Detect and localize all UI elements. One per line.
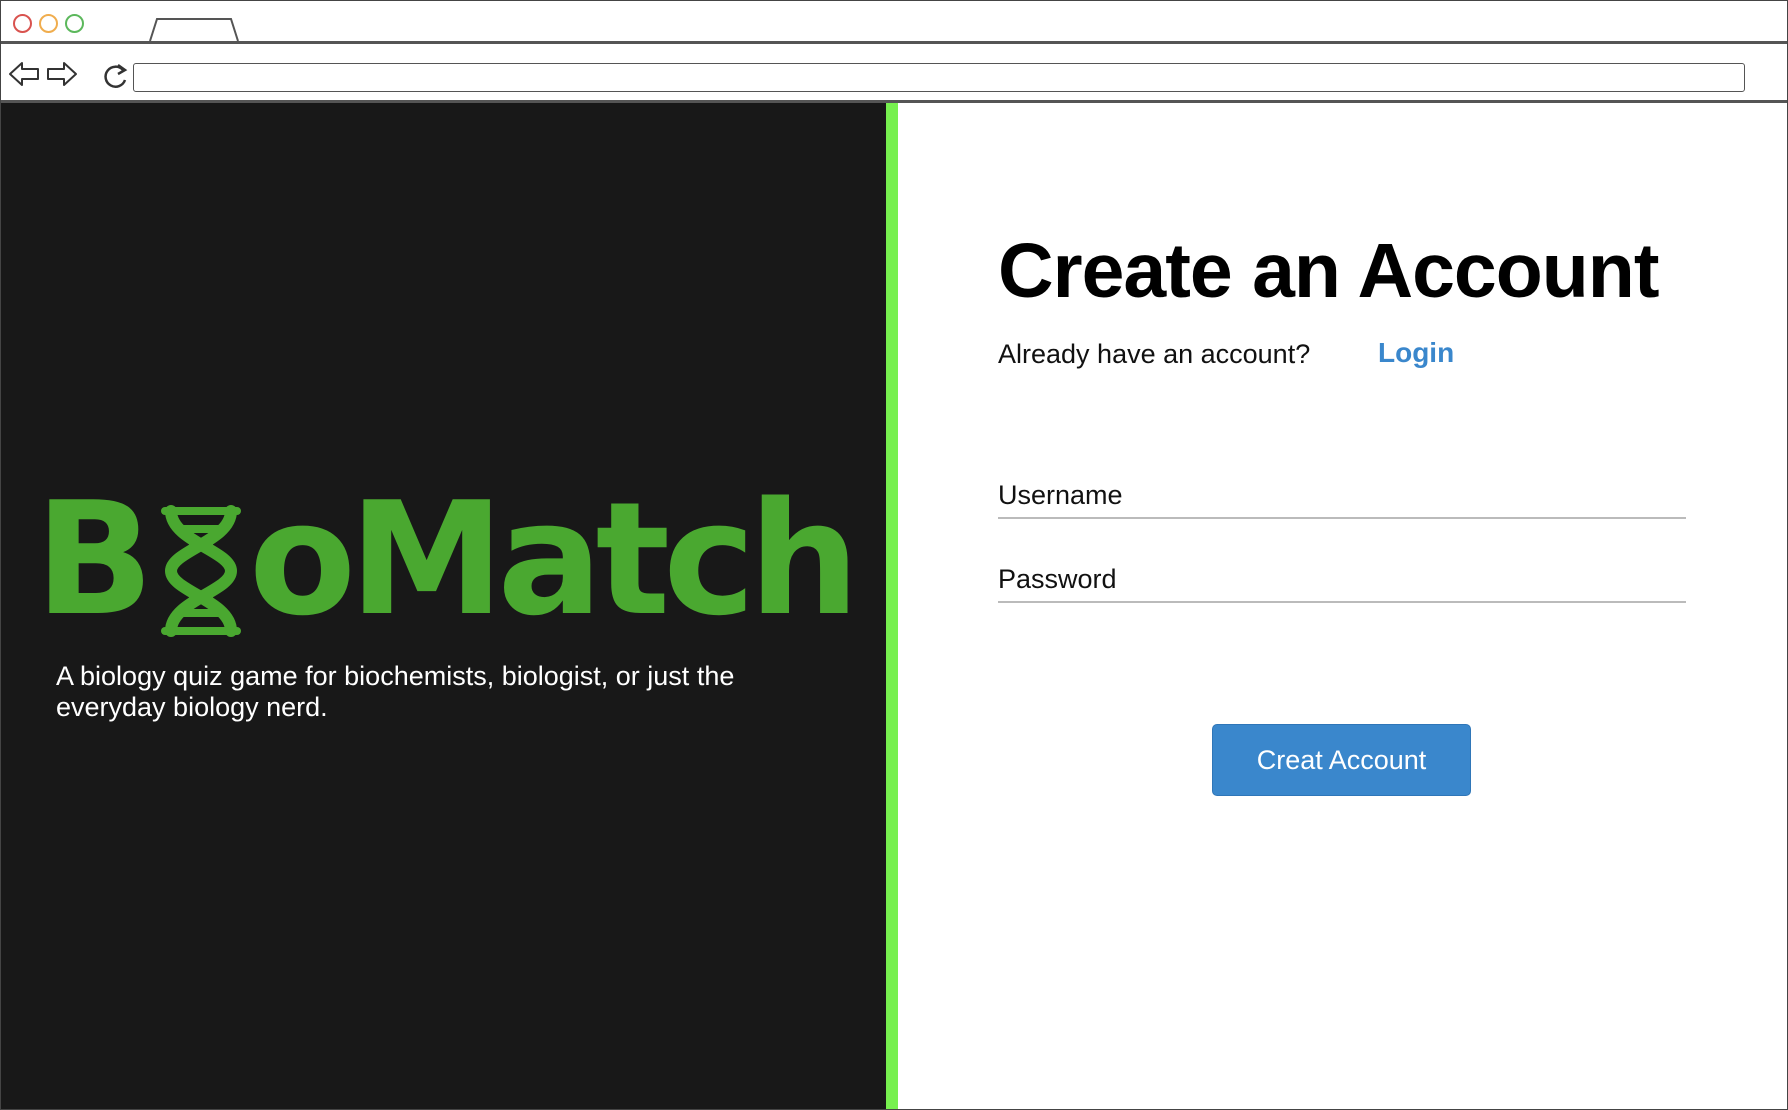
dna-helix-icon — [160, 505, 241, 637]
password-input[interactable] — [998, 557, 1690, 603]
signup-panel: Create an Account Already have an accoun… — [898, 103, 1787, 1109]
divider-stripe — [886, 103, 898, 1109]
create-account-button[interactable]: Creat Account — [1212, 724, 1471, 796]
logo-letter-b: B — [35, 468, 154, 650]
reload-icon[interactable] — [101, 61, 131, 91]
navigation-bar — [1, 44, 1787, 103]
username-field[interactable]: Username — [998, 471, 1690, 519]
brand-panel: B oMatch A biology quiz game for biochem… — [1, 103, 886, 1109]
back-arrow-icon[interactable] — [8, 60, 40, 88]
tab-bar — [1, 1, 1787, 44]
browser-window: B oMatch A biology quiz game for biochem… — [0, 0, 1788, 1110]
already-account-text: Already have an account? — [998, 339, 1311, 369]
browser-tab[interactable] — [149, 18, 239, 41]
password-field[interactable]: Password — [998, 557, 1690, 603]
page-title: Create an Account — [998, 228, 1659, 314]
minimize-window-button[interactable] — [39, 14, 58, 33]
forward-arrow-icon[interactable] — [46, 60, 78, 88]
username-input[interactable] — [998, 471, 1690, 519]
maximize-window-button[interactable] — [65, 14, 84, 33]
address-bar[interactable] — [133, 63, 1745, 92]
tagline: A biology quiz game for biochemists, bio… — [56, 661, 735, 722]
login-link[interactable]: Login — [1378, 337, 1454, 369]
logo-letters-omatch: oMatch — [248, 468, 860, 650]
biomatch-logo: B oMatch — [35, 468, 860, 650]
close-window-button[interactable] — [13, 14, 32, 33]
